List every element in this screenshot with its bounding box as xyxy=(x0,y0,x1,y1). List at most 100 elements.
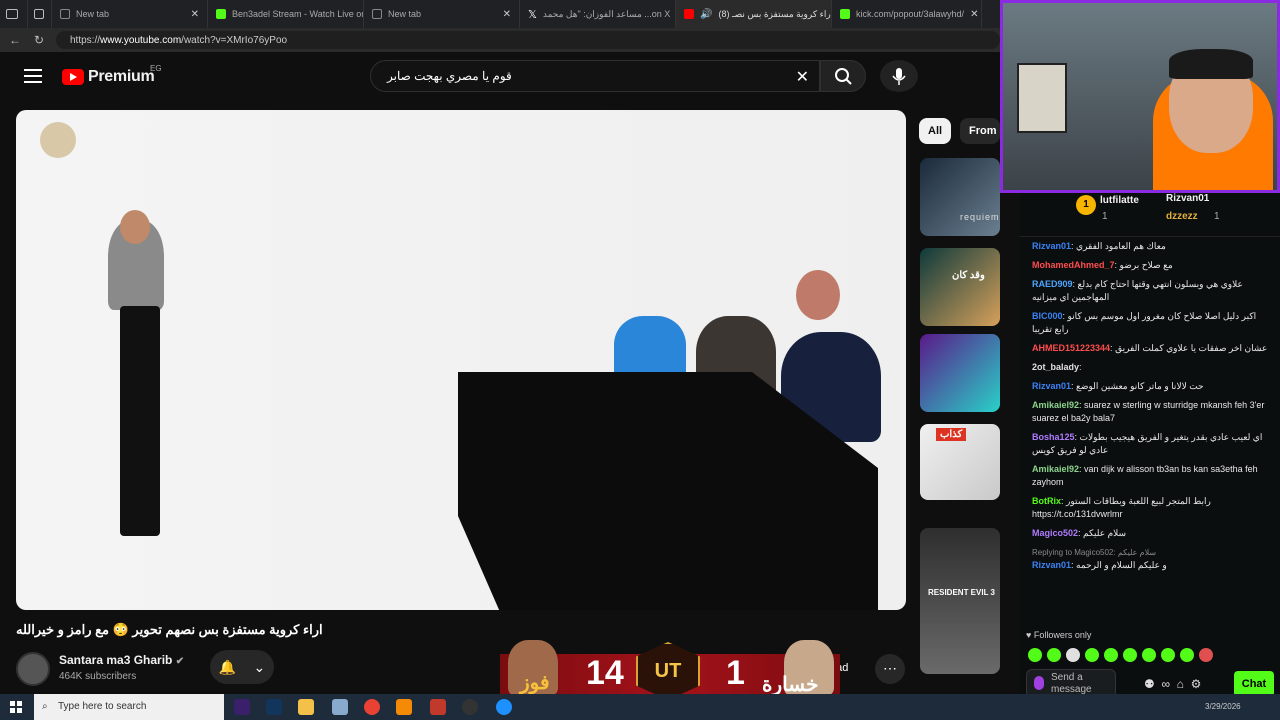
leader-name[interactable]: Rizvan01 xyxy=(1166,193,1209,204)
tab-x[interactable]: 𝕏مساعد الفوزان: "هل محمد ...on X✕ xyxy=(520,0,676,28)
brand-label: Premium xyxy=(88,68,155,85)
channel-name-text: Santara ma3 Gharib xyxy=(59,653,173,667)
chat-username[interactable]: 2ot_balady xyxy=(1032,362,1079,372)
taskbar-search-input[interactable]: ⌕ Type here to search xyxy=(34,694,224,720)
chip-from[interactable]: From xyxy=(960,118,1000,144)
close-icon[interactable]: ✕ xyxy=(970,9,978,20)
chat-username[interactable]: AHMED151223344 xyxy=(1032,343,1110,353)
rec-thumbnail-3[interactable] xyxy=(920,334,1000,412)
emote-icon[interactable] xyxy=(1104,648,1118,662)
tab-title: مساعد الفوزان: "هل محمد ...on X xyxy=(542,8,671,19)
photoshop-icon[interactable] xyxy=(266,699,282,715)
emote-icon[interactable] xyxy=(1180,648,1194,662)
chat-message: MohamedAhmed_7: مع صلاح برضو xyxy=(1020,256,1280,275)
chat-username[interactable]: BIC000 xyxy=(1032,311,1063,321)
kick-icon xyxy=(216,9,226,19)
emote-icon[interactable] xyxy=(1123,648,1137,662)
chat-username[interactable]: Rizvan01 xyxy=(1032,381,1071,391)
chip-all[interactable]: All xyxy=(919,118,952,144)
emote-icon[interactable] xyxy=(1066,648,1080,662)
search-icon: ⌕ xyxy=(42,701,48,712)
emote-icon[interactable] xyxy=(1047,648,1061,662)
store-icon[interactable]: ⌂ xyxy=(1177,677,1184,691)
webcam-overlay xyxy=(1000,0,1280,193)
address-bar-row: ← ↻ https://www.youtube.com/watch?v=XMrI… xyxy=(0,28,1000,52)
chat-message: 2ot_balady: xyxy=(1020,358,1280,377)
close-icon[interactable]: ✕ xyxy=(191,9,199,20)
clear-search-icon[interactable]: ✕ xyxy=(796,67,809,87)
chat-username[interactable]: Rizvan01 xyxy=(1032,241,1071,251)
video-player[interactable] xyxy=(16,110,906,610)
chat-username[interactable]: Magico502 xyxy=(1032,528,1078,538)
rec-label: كذاب xyxy=(936,428,967,441)
tab-youtube-active[interactable]: 🔊(8) اراء كروية مستفزة بس نصـ✕ xyxy=(676,0,832,28)
windows-start-icon[interactable] xyxy=(10,701,22,713)
chat-username[interactable]: Rizvan01 xyxy=(1032,560,1071,570)
search-input[interactable]: قوم يا مصري بهجت صابر ✕ xyxy=(370,60,820,92)
microphone-icon xyxy=(892,68,906,85)
obs-icon[interactable] xyxy=(462,699,478,715)
url-path: /watch?v=XMrIo76yPoo xyxy=(181,34,288,46)
chat-username[interactable]: BotRix xyxy=(1032,496,1061,506)
x-logo-icon: 𝕏 xyxy=(528,8,537,21)
chat-username[interactable]: Bosha125 xyxy=(1032,432,1075,442)
chat-message-list: Rizvan01: معاك هم العامود الفقري MohamedA… xyxy=(1020,237,1280,627)
rec-thumbnail-4[interactable]: كذاب xyxy=(920,424,1000,500)
tab-kick-stream[interactable]: Ben3adel Stream - Watch Live on✕ xyxy=(208,0,364,28)
channel-watermark xyxy=(40,122,76,158)
emote-bar xyxy=(1028,648,1213,662)
emote-icon[interactable] xyxy=(1161,648,1175,662)
app-icon[interactable] xyxy=(430,699,446,715)
taskbar-search-placeholder: Type here to search xyxy=(58,701,147,712)
chat-message: Magico502: سلام عليكم xyxy=(1020,524,1280,543)
tab-new-2[interactable]: New tab ✕ xyxy=(364,0,520,28)
refresh-icon[interactable]: ↻ xyxy=(32,33,46,47)
notification-bell-button[interactable]: 🔔 ⌄ xyxy=(210,650,274,684)
url-field[interactable]: https://www.youtube.com/watch?v=XMrIo76y… xyxy=(56,31,1000,49)
workspaces-icon[interactable] xyxy=(28,0,52,28)
page-icon xyxy=(372,9,382,19)
tab-actions-icon[interactable] xyxy=(0,0,28,28)
speaker-icon[interactable]: 🔊 xyxy=(700,9,712,20)
back-icon[interactable]: ← xyxy=(8,33,22,47)
leader-name[interactable]: dzzezz xyxy=(1166,211,1198,222)
emote-picker-icon[interactable] xyxy=(1034,676,1044,690)
leader-name[interactable]: lutfilatte xyxy=(1100,195,1139,206)
more-actions-button[interactable]: ⋯ xyxy=(875,654,905,684)
vlc-icon[interactable] xyxy=(396,699,412,715)
file-explorer-icon[interactable] xyxy=(298,699,314,715)
search-button[interactable] xyxy=(820,60,866,92)
close-icon[interactable]: ✕ xyxy=(503,9,511,20)
tab-kick-popout[interactable]: kick.com/popout/3alawyhd/ ✕ xyxy=(832,0,982,28)
rec-label: RESIDENT EVIL 3 xyxy=(928,588,995,597)
emote-menu-icon[interactable]: ⚉ xyxy=(1144,677,1155,691)
chat-username[interactable]: Amikaiel92 xyxy=(1032,400,1079,410)
leader-count: 1 xyxy=(1102,211,1108,222)
chat-text: عشان اخر صفقات يا علاوي كملت الفريق xyxy=(1115,343,1268,353)
chat-username[interactable]: RAED909 xyxy=(1032,279,1073,289)
gift-leaderboard: 1 lutfilatte 1 Rizvan01 dzzezz 1 xyxy=(1020,193,1280,237)
premiere-icon[interactable] xyxy=(234,699,250,715)
emote-icon[interactable] xyxy=(1085,648,1099,662)
channel-avatar[interactable] xyxy=(16,652,50,686)
menu-icon[interactable] xyxy=(24,69,42,83)
tab-new-1[interactable]: New tab ✕ xyxy=(52,0,208,28)
links-icon[interactable]: ∞ xyxy=(1161,677,1170,691)
chat-message: Bosha125: اي لعيب عادي بقدر يتغير و الفر… xyxy=(1020,428,1280,460)
youtube-logo[interactable]: Premium EG xyxy=(62,64,162,86)
app-icon[interactable] xyxy=(332,699,348,715)
emote-icon[interactable] xyxy=(1028,648,1042,662)
gear-icon[interactable]: ⚙ xyxy=(1191,677,1202,691)
chat-username[interactable]: Amikaiel92 xyxy=(1032,464,1079,474)
chrome-icon[interactable] xyxy=(364,699,380,715)
voice-search-button[interactable] xyxy=(880,60,918,92)
rec-thumbnail-5[interactable]: RESIDENT EVIL 3 xyxy=(920,528,1000,674)
edge-icon[interactable] xyxy=(496,699,512,715)
channel-name[interactable]: Santara ma3 Gharib ✔ xyxy=(59,653,184,667)
rec-thumbnail-1[interactable]: requiem xyxy=(920,158,1000,236)
rec-thumbnail-2[interactable]: وقد كان xyxy=(920,248,1000,326)
chat-username[interactable]: MohamedAhmed_7 xyxy=(1032,260,1115,270)
emote-icon[interactable] xyxy=(1142,648,1156,662)
emote-icon[interactable] xyxy=(1199,648,1213,662)
kick-chat-panel: 1 lutfilatte 1 Rizvan01 dzzezz 1 Rizvan0… xyxy=(1020,193,1280,705)
